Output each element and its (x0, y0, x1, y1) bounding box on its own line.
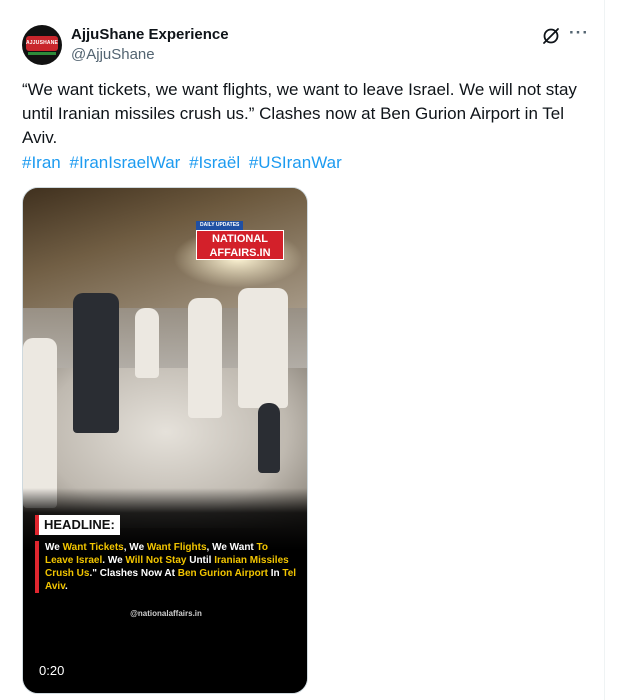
video-person (135, 308, 159, 378)
headline-segment: ." Clashes Now At (89, 568, 178, 579)
video-person (238, 288, 288, 408)
author-display-name[interactable]: AjjuShane Experience (71, 26, 229, 43)
headline-segment: Want Flights (146, 542, 207, 553)
headline-segment: . (65, 581, 68, 592)
headline-segment: Until (186, 555, 215, 566)
tweet-text: “We want tickets, we want flights, we wa… (22, 80, 577, 147)
news-logo-line1: NATIONAL (211, 233, 268, 245)
avatar-stripe (28, 52, 56, 55)
headline-caption: We Want Tickets, We Want Flights, We Wan… (35, 541, 297, 593)
hashtag-list: #Iran #IranIsraelWar #Israël #USIranWar (22, 151, 346, 175)
video-person (73, 293, 119, 433)
news-logo: DAILY UPDATES NATIONAL AFFAIRS.IN (196, 221, 286, 261)
news-logo-box: NATIONAL AFFAIRS.IN (196, 230, 284, 260)
headline-segment: Will Not Stay (125, 555, 187, 566)
avatar[interactable]: AJJUSHANE (22, 25, 62, 65)
headline-segment: We (45, 542, 63, 553)
headline-segment: . We (102, 555, 126, 566)
grok-icon[interactable] (540, 25, 562, 47)
timeline-border (604, 0, 605, 700)
headline-segment: , We Want (206, 542, 257, 553)
headline-segment: In (267, 568, 283, 579)
video-person (258, 403, 280, 473)
video-player[interactable]: DAILY UPDATES NATIONAL AFFAIRS.IN HEADLI… (22, 187, 308, 694)
more-icon[interactable]: ··· (568, 22, 590, 44)
video-duration: 0:20 (39, 663, 65, 678)
hashtag-iranisraelwar[interactable]: #IranIsraelWar (69, 153, 180, 172)
video-credit: @nationalaffairs.in (130, 609, 202, 618)
headline-segment: Want Tickets (62, 542, 124, 553)
headline-segment: Ben Gurion Airport (177, 568, 268, 579)
hashtag-israel[interactable]: #Israël (189, 153, 240, 172)
video-person (188, 298, 222, 418)
author-handle[interactable]: @AjjuShane (71, 46, 155, 63)
headline-segment: , We (123, 542, 147, 553)
headline-label: HEADLINE: (35, 515, 120, 535)
news-logo-tagline: DAILY UPDATES (196, 221, 244, 230)
video-person (23, 338, 57, 508)
hashtag-iran[interactable]: #Iran (22, 153, 61, 172)
hashtag-usiranwar[interactable]: #USIranWar (249, 153, 342, 172)
news-logo-line2: AFFAIRS.IN (209, 247, 271, 259)
avatar-logo-text: AJJUSHANE (26, 36, 58, 51)
